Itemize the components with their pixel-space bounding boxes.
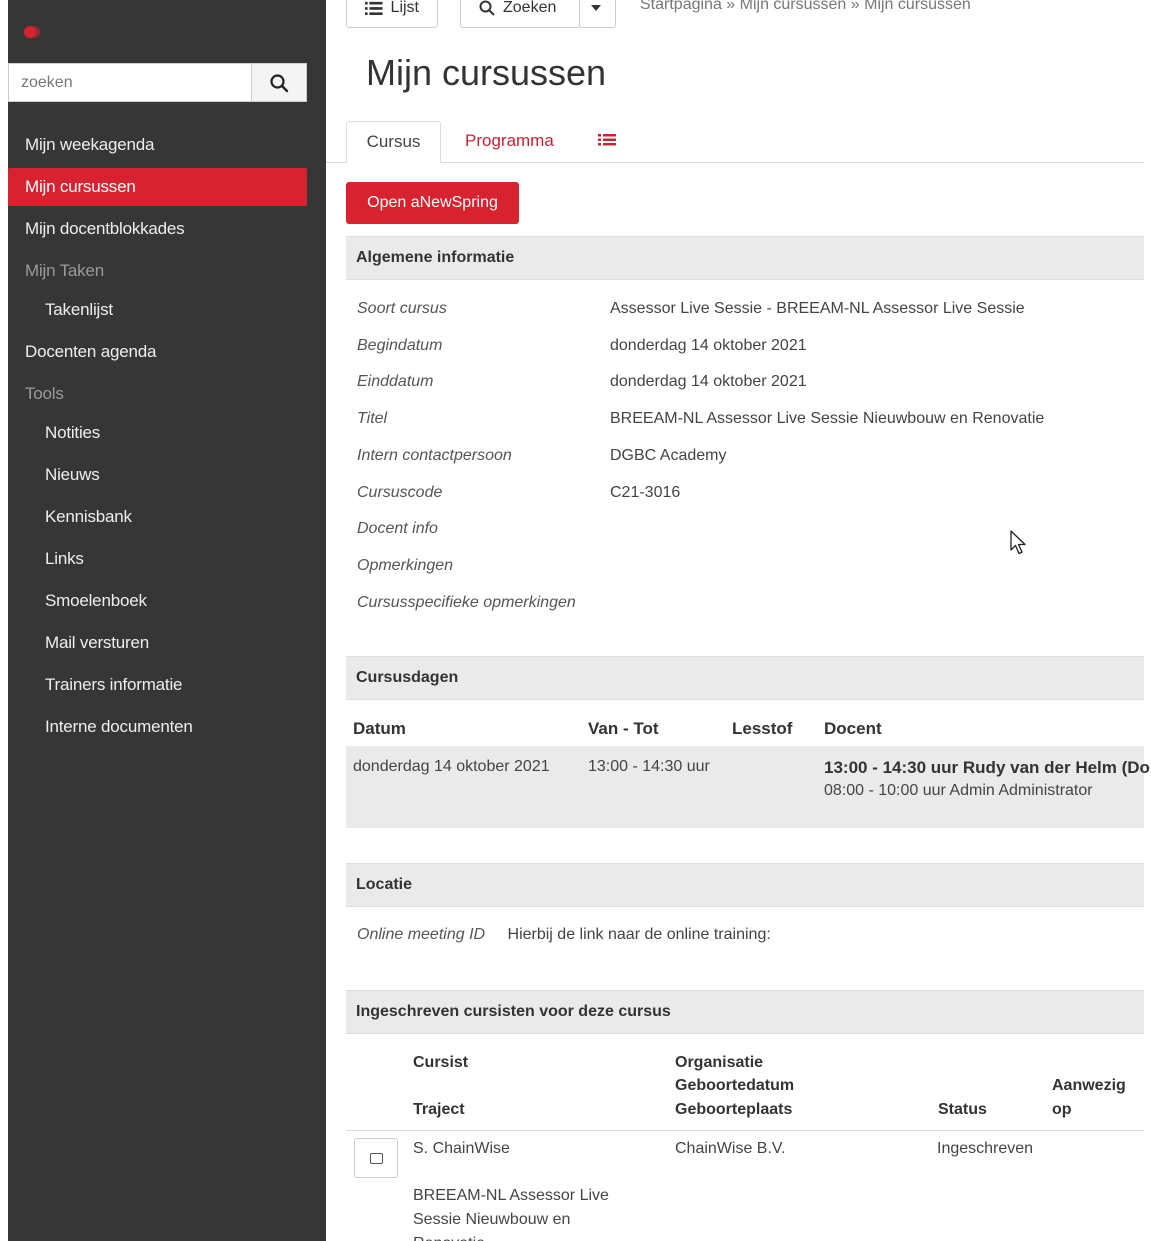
sidebar-item-cursussen[interactable]: Mijn cursussen bbox=[8, 168, 307, 206]
sidebar-item-links[interactable]: Links bbox=[8, 540, 307, 578]
cell-cursist[interactable]: S. ChainWise bbox=[413, 1137, 510, 1161]
logo-icon bbox=[24, 26, 40, 38]
info-label: Opmerkingen bbox=[357, 557, 454, 574]
section-heading-cursusdagen: Cursusdagen bbox=[346, 656, 1144, 700]
column-header-aanwezig-op: op bbox=[1052, 1101, 1072, 1118]
info-row-opmerkingen: Opmerkingen bbox=[357, 557, 1137, 593]
column-header-aanwezig: Aanwezig bbox=[1052, 1077, 1126, 1094]
tab-list-icon[interactable] bbox=[598, 132, 616, 150]
location-label: Online meeting ID bbox=[357, 926, 486, 943]
sidebar-item-trainers-informatie[interactable]: Trainers informatie bbox=[8, 666, 307, 704]
sidebar-search bbox=[8, 63, 307, 102]
mouse-cursor-icon bbox=[1010, 530, 1026, 555]
cell-traject-line-2: Sessie Nieuwbouw en bbox=[413, 1211, 571, 1228]
checkbox-square-icon bbox=[369, 1152, 383, 1164]
tab-cursus[interactable]: Cursus bbox=[346, 121, 441, 163]
caret-down-icon bbox=[591, 5, 601, 11]
info-value: BREEAM-NL Assessor Live Sessie Nieuwbouw… bbox=[610, 410, 1045, 427]
cell-status: Ingeschreven bbox=[937, 1140, 1034, 1157]
list-button-label: Lijst bbox=[390, 0, 419, 16]
info-value: donderdag 14 oktober 2021 bbox=[610, 373, 807, 390]
section-heading-locatie: Locatie bbox=[346, 863, 1144, 907]
sidebar-item-kennisbank[interactable]: Kennisbank bbox=[8, 498, 307, 536]
info-row-intern-contactpersoon: Intern contactpersoon DGBC Academy bbox=[357, 447, 1137, 483]
info-row-soort-cursus: Soort cursus Assessor Live Sessie - BREE… bbox=[357, 300, 1137, 336]
sidebar-item-docentblokkades[interactable]: Mijn docentblokkades bbox=[8, 210, 307, 248]
info-value: Assessor Live Sessie - BREEAM-NL Assesso… bbox=[610, 300, 1025, 317]
toolbar: Lijst Zoeken Startpagina » Mijn cursusse… bbox=[326, 0, 1144, 30]
info-value: donderdag 14 oktober 2021 bbox=[610, 337, 807, 354]
cell-docent-secondary: 08:00 - 10:00 uur Admin Administrator bbox=[824, 782, 1093, 799]
info-label: Cursuscode bbox=[357, 484, 443, 501]
main-content: Lijst Zoeken Startpagina » Mijn cursusse… bbox=[326, 0, 1151, 1241]
info-row-cursusspecifieke-opmerkingen: Cursusspecifieke opmerkingen bbox=[357, 594, 1137, 630]
info-row-begindatum: Begindatum donderdag 14 oktober 2021 bbox=[357, 337, 1137, 373]
info-label: Intern contactpersoon bbox=[357, 447, 512, 464]
column-header-docent: Docent bbox=[824, 719, 882, 738]
page-title: Mijn cursussen bbox=[366, 52, 607, 93]
info-label: Cursusspecifieke opmerkingen bbox=[357, 594, 576, 611]
info-value: C21-3016 bbox=[610, 484, 681, 501]
location-row: Online meeting ID Hierbij de link naar d… bbox=[357, 926, 771, 944]
sidebar-group-taken: Mijn Taken bbox=[25, 261, 104, 280]
list-button[interactable]: Lijst bbox=[346, 0, 438, 28]
info-value: DGBC Academy bbox=[610, 447, 727, 464]
info-label: Soort cursus bbox=[357, 300, 447, 317]
column-header-geboortedatum: Geboortedatum bbox=[675, 1077, 795, 1094]
info-label: Einddatum bbox=[357, 373, 434, 390]
tab-bar: Cursus Programma bbox=[326, 121, 1144, 163]
breadcrumb[interactable]: Startpagina » Mijn cursussen » Mijn curs… bbox=[640, 0, 971, 14]
student-checkbox[interactable] bbox=[354, 1138, 398, 1178]
sidebar-item-interne-documenten[interactable]: Interne documenten bbox=[8, 708, 307, 746]
sidebar-item-docenten-agenda[interactable]: Docenten agenda bbox=[8, 333, 307, 371]
sidebar-item-mail-versturen[interactable]: Mail versturen bbox=[8, 624, 307, 662]
column-header-cursist: Cursist bbox=[413, 1054, 469, 1071]
column-header-traject: Traject bbox=[413, 1101, 465, 1118]
sidebar-item-weekagenda[interactable]: Mijn weekagenda bbox=[8, 126, 307, 164]
section-heading-ingeschreven-cursisten: Ingeschreven cursisten voor deze cursus bbox=[346, 990, 1144, 1034]
zoeken-button-label: Zoeken bbox=[503, 0, 557, 16]
cell-datum: donderdag 14 oktober 2021 bbox=[353, 758, 550, 775]
zoeken-dropdown-button[interactable] bbox=[579, 0, 616, 28]
open-anewspring-button[interactable]: Open aNewSpring bbox=[346, 182, 519, 224]
sidebar-item-smoelenboek[interactable]: Smoelenboek bbox=[8, 582, 307, 620]
column-header-geboorteplaats: Geboorteplaats bbox=[675, 1101, 793, 1118]
search-button[interactable] bbox=[251, 63, 307, 102]
column-header-lesstof: Lesstof bbox=[732, 719, 793, 738]
zoeken-button[interactable]: Zoeken bbox=[460, 0, 580, 28]
cell-traject-line-1: BREEAM-NL Assessor Live bbox=[413, 1187, 609, 1204]
search-icon bbox=[270, 73, 289, 92]
column-header-organisatie: Organisatie bbox=[675, 1054, 764, 1071]
sidebar-item-takenlijst[interactable]: Takenlijst bbox=[8, 291, 307, 329]
info-row-titel: Titel BREEAM-NL Assessor Live Sessie Nie… bbox=[357, 410, 1137, 446]
cell-docent-primary: 13:00 - 14:30 uur Rudy van der Helm (Do bbox=[824, 758, 1150, 777]
search-icon bbox=[479, 0, 495, 16]
info-label: Titel bbox=[357, 410, 388, 427]
location-value: Hierbij de link naar de online training: bbox=[507, 926, 771, 943]
table-divider bbox=[346, 1130, 1144, 1131]
info-label: Docent info bbox=[357, 520, 438, 537]
list-icon bbox=[365, 1, 383, 16]
info-label: Begindatum bbox=[357, 337, 443, 354]
column-header-status: Status bbox=[938, 1101, 987, 1118]
sidebar-item-notities[interactable]: Notities bbox=[8, 414, 307, 452]
sidebar-item-nieuws[interactable]: Nieuws bbox=[8, 456, 307, 494]
sidebar: Mijn weekagenda Mijn cursussen Mijn doce… bbox=[8, 0, 326, 1241]
column-header-datum: Datum bbox=[353, 719, 406, 738]
cell-traject-line-3: Renovatie bbox=[413, 1232, 485, 1241]
section-heading-algemene-informatie: Algemene informatie bbox=[346, 236, 1144, 280]
cell-organisatie: ChainWise B.V. bbox=[675, 1140, 786, 1157]
search-input[interactable] bbox=[8, 63, 251, 102]
column-header-van-tot: Van - Tot bbox=[588, 719, 659, 738]
sidebar-group-tools: Tools bbox=[25, 384, 64, 403]
table-row: donderdag 14 oktober 2021 13:00 - 14:30 … bbox=[346, 746, 1150, 828]
cell-van-tot: 13:00 - 14:30 uur bbox=[588, 758, 710, 775]
tab-programma[interactable]: Programma bbox=[465, 121, 554, 163]
info-row-cursuscode: Cursuscode C21-3016 bbox=[357, 484, 1137, 520]
info-row-einddatum: Einddatum donderdag 14 oktober 2021 bbox=[357, 373, 1137, 409]
